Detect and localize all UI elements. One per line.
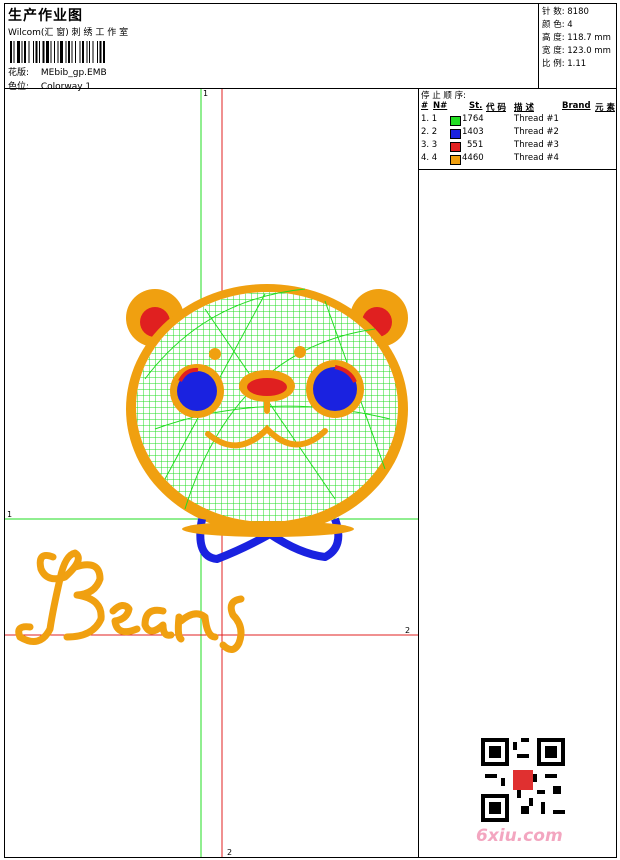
design-file-line: 花版: MEbib_gp.EMB <box>8 65 107 78</box>
thread-stitches: 551 <box>467 140 484 150</box>
thread-index: 1. 1 <box>421 114 438 124</box>
col-brand: Brand <box>562 101 591 111</box>
col-stitches: St. <box>469 101 483 111</box>
design-width: 宽 度: 123.0 mm <box>542 46 611 56</box>
col-code: 代 码 <box>486 103 506 113</box>
thread-row: 4. 4 4460 Thread #4 <box>419 153 618 166</box>
panel-divider <box>418 170 419 858</box>
thread-row: 2. 2 1403 Thread #2 <box>419 127 618 140</box>
col-element: 元 素 <box>595 103 615 113</box>
thread-color-swatch <box>450 142 461 152</box>
thread-row: 3. 3 551 Thread #3 <box>419 140 618 153</box>
axis-label-h1: 1 <box>7 510 12 519</box>
axis-label-h2: 2 <box>405 626 410 635</box>
thread-description: Thread #4 <box>514 153 559 163</box>
face-bottom-border <box>182 521 354 537</box>
thread-description: Thread #1 <box>514 114 559 124</box>
thread-row: 1. 1 1764 Thread #1 <box>419 114 618 127</box>
design-file-label: 花版: <box>8 68 30 78</box>
design-scale: 比 例: 1.11 <box>542 59 587 69</box>
stop-sequence-heading: 停 止 顺 序: <box>421 91 466 101</box>
design-height: 高 度: 118.7 mm <box>542 33 611 43</box>
thread-description: Thread #3 <box>514 140 559 150</box>
thread-color-swatch <box>450 129 461 139</box>
page-title: 生产作业图 <box>8 8 83 24</box>
thread-stitches: 1403 <box>462 127 484 137</box>
header-info: 生产作业图 Wilcom(汇 窗) 刺 绣 工 作 室 花版: MEbib_gp… <box>6 5 536 92</box>
stop-sequence-panel: 停 止 顺 序: # N# St. 代 码 描 述 Brand 元 素 1. 1… <box>418 88 617 170</box>
thread-stitches: 1764 <box>462 114 484 124</box>
embroidery-preview: 1 2 1 2 <box>5 89 418 857</box>
watermark: 6xiu.com <box>476 826 563 846</box>
axis-label-v2: 2 <box>227 848 232 857</box>
col-index: # <box>421 101 429 111</box>
studio-name: Wilcom(汇 窗) 刺 绣 工 作 室 <box>8 28 129 38</box>
axis-label-v1: 1 <box>203 89 208 98</box>
design-file-value: MEbib_gp.EMB <box>40 68 107 78</box>
col-needle: N# <box>433 101 448 111</box>
stats-box: 针 数: 8180 颜 色: 4 高 度: 118.7 mm 宽 度: 123.… <box>538 3 617 89</box>
stitch-count: 针 数: 8180 <box>542 7 589 17</box>
thread-description: Thread #2 <box>514 127 559 137</box>
thread-index: 4. 4 <box>421 153 438 163</box>
qr-code <box>481 738 565 822</box>
thread-stitches: 4460 <box>462 153 484 163</box>
thread-color-swatch <box>450 155 461 165</box>
barcode <box>10 41 105 63</box>
col-description: 描 述 <box>514 103 534 113</box>
thread-color-swatch <box>450 116 461 126</box>
thread-index: 2. 2 <box>421 127 438 137</box>
color-count: 颜 色: 4 <box>542 20 573 30</box>
thread-index: 3. 3 <box>421 140 438 150</box>
